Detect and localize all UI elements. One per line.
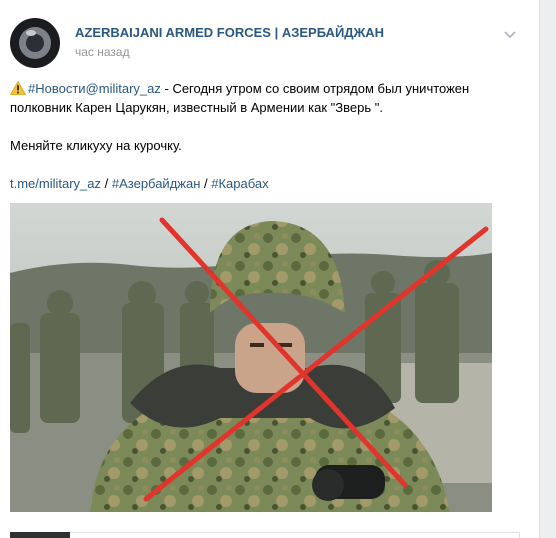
author-name[interactable]: AZERBAIJANI ARMED FORCES | АЗЕРБАЙДЖАН xyxy=(75,25,384,40)
post-photo[interactable] xyxy=(10,203,492,512)
post-time[interactable]: час назад xyxy=(75,45,130,59)
link-separator: / xyxy=(200,176,212,191)
post-second-text: Меняйте кликуху на курочку. xyxy=(10,138,182,153)
link-separator: / xyxy=(101,176,112,191)
chevron-down-icon[interactable] xyxy=(503,27,517,41)
soldier-photo-illustration xyxy=(10,203,492,512)
next-post-card xyxy=(10,532,520,538)
post-card: AZERBAIJANI ARMED FORCES | АЗЕРБАЙДЖАН ч… xyxy=(0,0,540,538)
hashtag-azerbaijan-link[interactable]: #Азербайджан xyxy=(112,176,201,191)
page-scroll-area xyxy=(541,0,556,538)
community-avatar[interactable] xyxy=(10,18,60,68)
hashtag-news-link[interactable]: #Новости@military_az xyxy=(28,81,161,96)
warning-sign-icon xyxy=(10,81,26,95)
next-post-thumbnail[interactable] xyxy=(10,532,70,538)
hashtag-karabakh-link[interactable]: #Карабах xyxy=(211,176,268,191)
post-links: t.me/military_az / #Азербайджан / #Караб… xyxy=(10,174,520,193)
post-text: #Новости@military_az - Сегодня утром со … xyxy=(10,79,520,117)
channel-link[interactable]: t.me/military_az xyxy=(10,176,101,191)
